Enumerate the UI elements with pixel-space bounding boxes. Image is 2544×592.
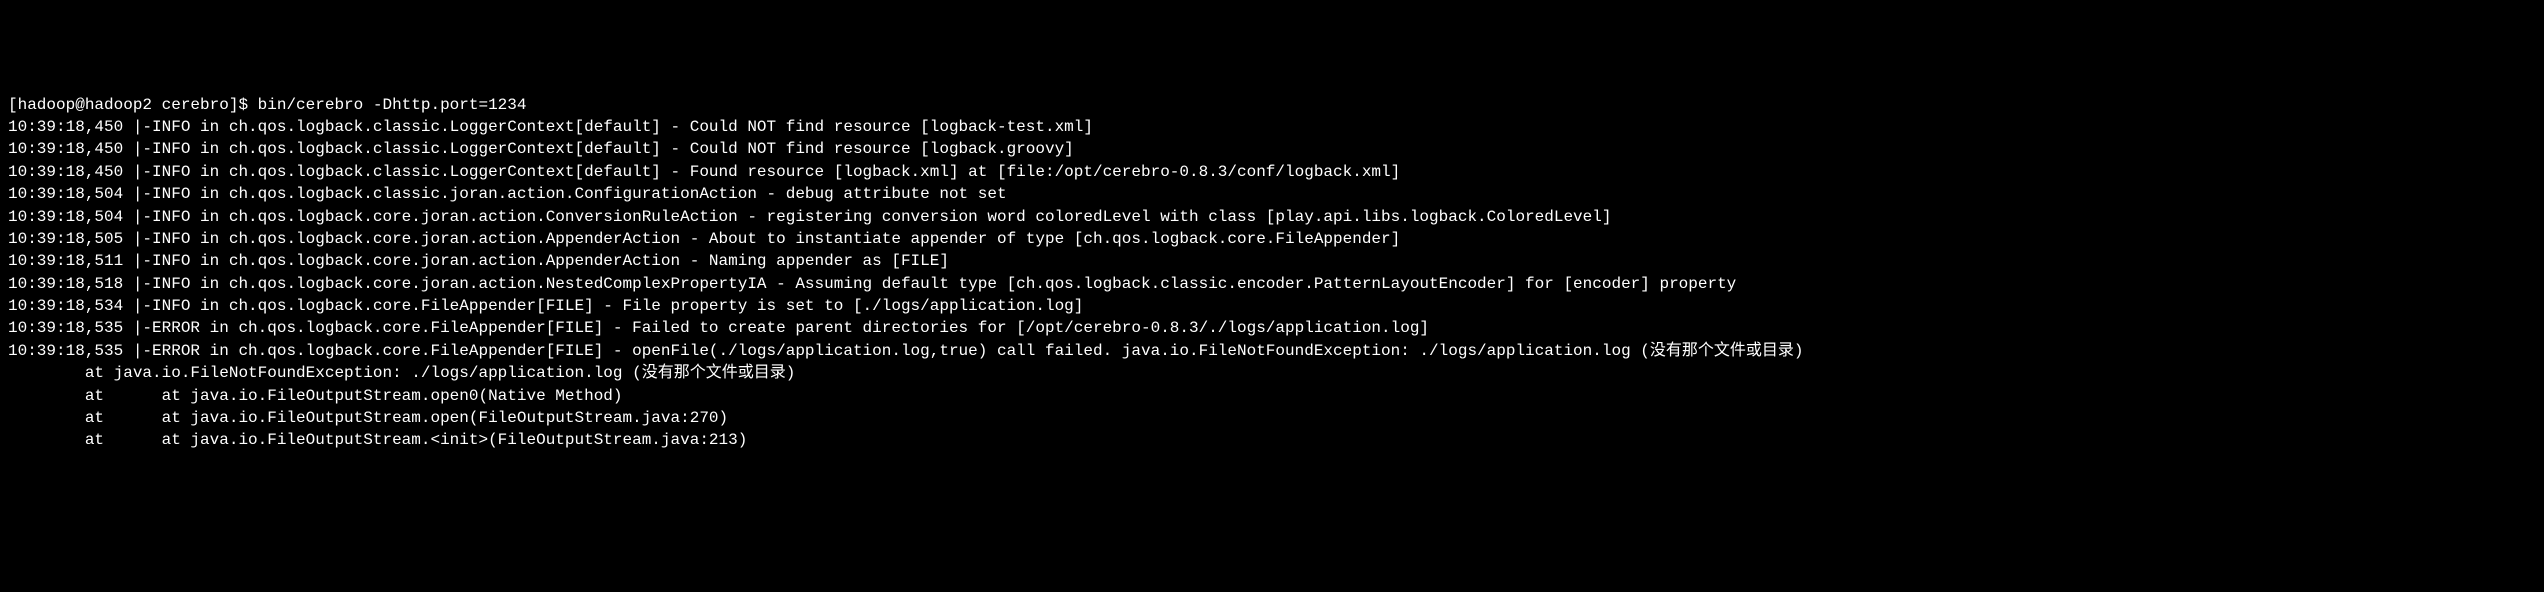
log-line: 10:39:18,450 |-INFO in ch.qos.logback.cl… [8, 138, 2536, 160]
log-line: 10:39:18,534 |-INFO in ch.qos.logback.co… [8, 295, 2536, 317]
log-line: 10:39:18,511 |-INFO in ch.qos.logback.co… [8, 250, 2536, 272]
log-line: 10:39:18,504 |-INFO in ch.qos.logback.cl… [8, 183, 2536, 205]
log-line: 10:39:18,535 |-ERROR in ch.qos.logback.c… [8, 340, 2536, 362]
log-line: 10:39:18,535 |-ERROR in ch.qos.logback.c… [8, 317, 2536, 339]
stacktrace-line: at at java.io.FileOutputStream.open(File… [8, 407, 2536, 429]
stacktrace-line: at at java.io.FileOutputStream.open0(Nat… [8, 385, 2536, 407]
shell-prompt: [hadoop@hadoop2 cerebro]$ [8, 96, 258, 114]
stacktrace-line: at java.io.FileNotFoundException: ./logs… [8, 362, 2536, 384]
command-line: [hadoop@hadoop2 cerebro]$ bin/cerebro -D… [8, 94, 2536, 116]
log-line: 10:39:18,504 |-INFO in ch.qos.logback.co… [8, 206, 2536, 228]
log-line: 10:39:18,518 |-INFO in ch.qos.logback.co… [8, 273, 2536, 295]
log-line: 10:39:18,505 |-INFO in ch.qos.logback.co… [8, 228, 2536, 250]
log-line: 10:39:18,450 |-INFO in ch.qos.logback.cl… [8, 116, 2536, 138]
stacktrace-line: at at java.io.FileOutputStream.<init>(Fi… [8, 429, 2536, 451]
log-line: 10:39:18,450 |-INFO in ch.qos.logback.cl… [8, 161, 2536, 183]
terminal-output: [hadoop@hadoop2 cerebro]$ bin/cerebro -D… [8, 94, 2536, 452]
command-text: bin/cerebro -Dhttp.port=1234 [258, 96, 527, 114]
